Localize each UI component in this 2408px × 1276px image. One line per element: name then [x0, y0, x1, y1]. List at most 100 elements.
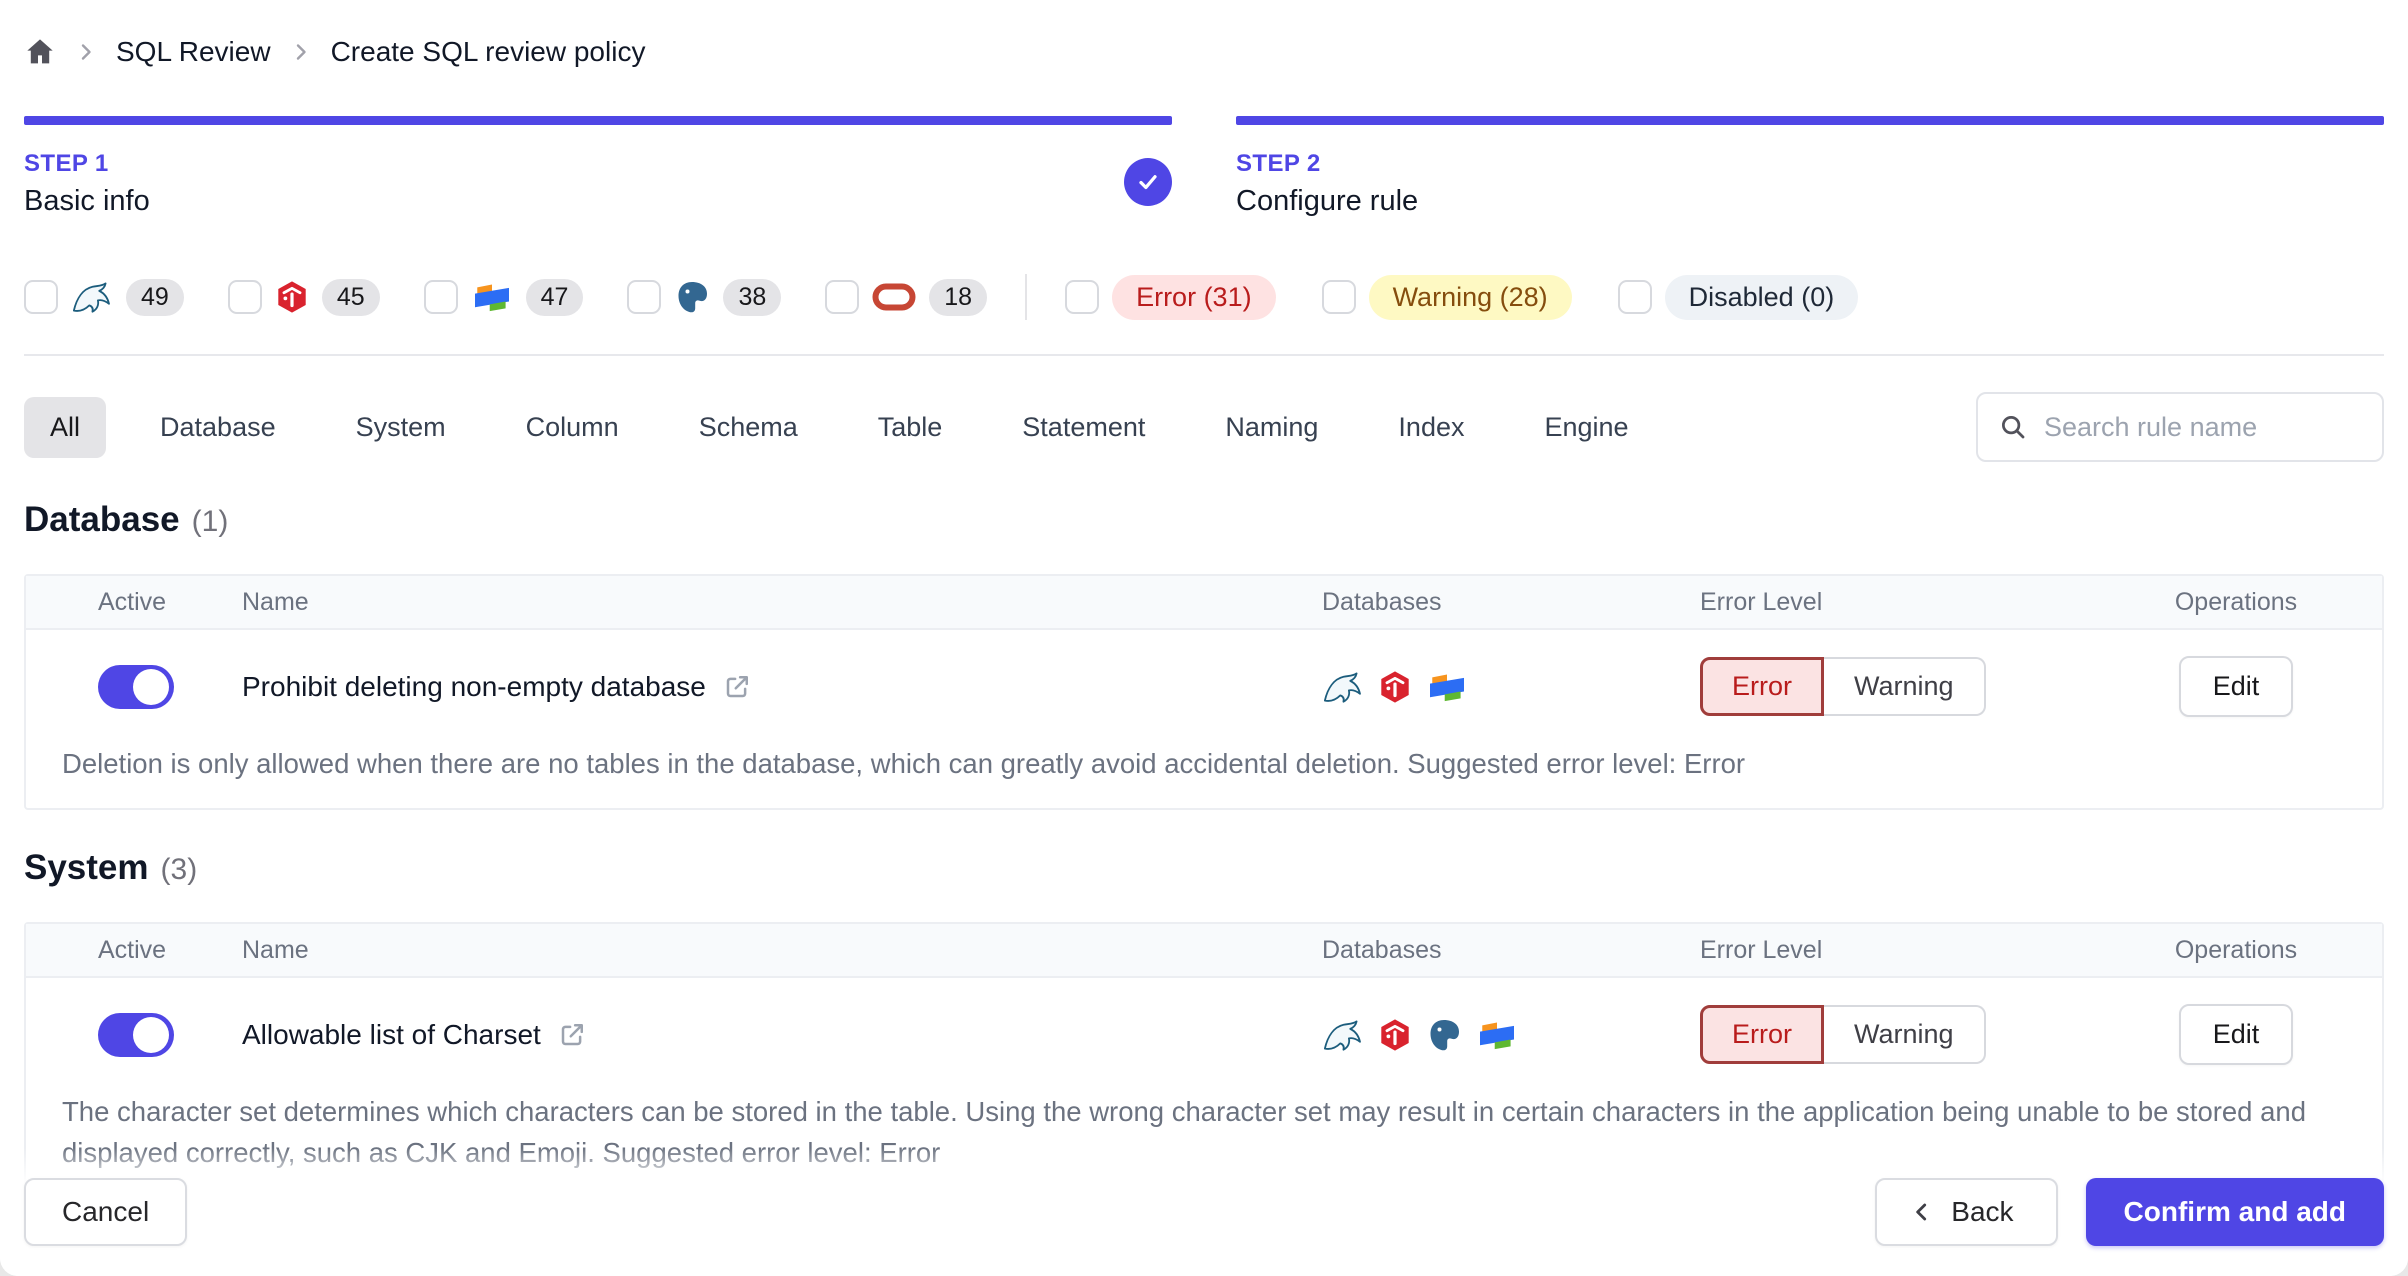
- checkbox[interactable]: [423, 280, 458, 314]
- filter-warning[interactable]: Warning (28): [1321, 274, 1572, 320]
- active-cell: [26, 1012, 242, 1057]
- warning-level-button[interactable]: Warning: [1824, 657, 1986, 716]
- step-2: STEP 2 Configure rule: [1236, 116, 2384, 218]
- step-1: STEP 1 Basic info: [24, 116, 1172, 218]
- step-2-label: STEP 2: [1236, 150, 1321, 177]
- active-cell: [26, 664, 242, 709]
- external-link-icon[interactable]: [722, 672, 752, 702]
- level-filters: Error (31) Warning (28) Disabled (0): [1065, 274, 1859, 320]
- error-level-button[interactable]: Error: [1700, 1005, 1824, 1064]
- databases-cell: [1260, 1017, 1660, 1053]
- edit-button[interactable]: Edit: [2178, 656, 2294, 717]
- search-icon: [1998, 412, 2028, 442]
- column-header-operations: Operations: [2174, 587, 2298, 616]
- column-header-active: Active: [98, 587, 167, 616]
- back-button-label: Back: [1951, 1196, 2014, 1227]
- table-header-row: Active Name Databases Error Level Operations: [26, 924, 2382, 978]
- chevron-right-icon: [74, 40, 98, 64]
- checkbox[interactable]: [1065, 280, 1100, 314]
- error-level-group: Error Warning: [1700, 657, 1986, 716]
- back-button[interactable]: Back: [1875, 1178, 2058, 1246]
- tab-naming[interactable]: Naming: [1199, 397, 1344, 458]
- error-level-group: Error Warning: [1700, 1005, 1986, 1064]
- checkbox[interactable]: [1321, 280, 1356, 314]
- filter-mysql[interactable]: 49: [24, 278, 184, 316]
- filter-oracle[interactable]: 18: [825, 278, 988, 316]
- disabled-pill: Disabled (0): [1664, 274, 1859, 320]
- filter-postgres[interactable]: 38: [627, 278, 782, 316]
- home-icon[interactable]: [24, 36, 56, 68]
- search-box[interactable]: [1976, 392, 2384, 462]
- section-title: System: [24, 848, 149, 887]
- rule-row: Prohibit deleting non-empty database Erro…: [26, 630, 2382, 727]
- checkbox[interactable]: [825, 280, 860, 314]
- create-sql-review-policy-page: SQL Review Create SQL review policy STEP…: [0, 0, 2408, 1276]
- checkbox[interactable]: [24, 280, 58, 314]
- tidb-icon: [1378, 669, 1412, 705]
- count-badge: 47: [525, 278, 584, 316]
- column-header-name: Name: [242, 587, 309, 616]
- category-toolbar: All Database System Column Schema Table Statem…: [0, 392, 2408, 462]
- step-1-completed-badge: [1124, 158, 1172, 206]
- section-title: Database: [24, 500, 180, 539]
- warning-level-button[interactable]: Warning: [1824, 1005, 1986, 1064]
- filter-oceanbase[interactable]: 47: [423, 278, 584, 316]
- table-header-row: Active Name Databases Error Level Operations: [26, 576, 2382, 630]
- count-badge: 38: [723, 278, 782, 316]
- error-level-cell: Error Warning: [1660, 657, 2090, 716]
- search-input[interactable]: [2044, 411, 2362, 443]
- oceanbase-icon: [1426, 670, 1468, 704]
- confirm-and-add-button[interactable]: Confirm and add: [2085, 1178, 2384, 1246]
- edit-button[interactable]: Edit: [2178, 1004, 2294, 1065]
- tab-engine[interactable]: Engine: [1518, 397, 1654, 458]
- tab-table[interactable]: Table: [852, 397, 969, 458]
- column-header-databases: Databases: [1322, 587, 1442, 616]
- rule-name: Allowable list of Charset: [242, 1018, 541, 1050]
- column-header-error_level: Error Level: [1700, 935, 1823, 964]
- tab-database[interactable]: Database: [134, 397, 302, 458]
- filter-divider: [1025, 274, 1028, 320]
- tab-system[interactable]: System: [330, 397, 472, 458]
- active-toggle[interactable]: [98, 664, 174, 709]
- tab-statement[interactable]: Statement: [996, 397, 1171, 458]
- count-badge: 18: [929, 278, 988, 316]
- error-level-cell: Error Warning: [1660, 1005, 2090, 1064]
- footer-bar: Cancel Back Confirm and add: [0, 1148, 2408, 1276]
- rule-table-database: Active Name Databases Error Level Operations…: [24, 574, 2384, 810]
- tab-index[interactable]: Index: [1372, 397, 1490, 458]
- column-header-name: Name: [242, 935, 309, 964]
- breadcrumb-sql-review[interactable]: SQL Review: [116, 36, 271, 68]
- filter-error[interactable]: Error (31): [1065, 274, 1276, 320]
- rule-sections: Database (1) Active Name Databases Error Leve…: [0, 500, 2408, 1199]
- step-indicator: STEP 1 Basic info STEP 2 Configure rule: [0, 116, 2408, 218]
- databases-cell: [1260, 669, 1660, 705]
- column-header-databases: Databases: [1322, 935, 1442, 964]
- section-count: (1): [191, 505, 229, 538]
- tab-column[interactable]: Column: [500, 397, 645, 458]
- oceanbase-icon: [1476, 1018, 1518, 1052]
- active-toggle[interactable]: [98, 1012, 174, 1057]
- checkbox[interactable]: [627, 280, 662, 314]
- external-link-icon[interactable]: [557, 1020, 587, 1050]
- mysql-icon: [1322, 1018, 1364, 1052]
- count-badge: 49: [126, 278, 184, 316]
- category-tabs: All Database System Column Schema Table Statem…: [24, 396, 1655, 458]
- checkbox[interactable]: [1617, 280, 1652, 314]
- tidb-icon: [275, 279, 309, 315]
- filter-disabled[interactable]: Disabled (0): [1617, 274, 1859, 320]
- chevron-left-icon: [1909, 1199, 1935, 1225]
- rule-description: Deletion is only allowed when there are …: [62, 748, 1746, 779]
- step-2-progress-bar: [1236, 116, 2384, 125]
- checkbox[interactable]: [227, 280, 262, 314]
- cancel-button[interactable]: Cancel: [24, 1178, 188, 1246]
- error-level-button[interactable]: Error: [1700, 657, 1824, 716]
- section-heading-database: Database (1): [0, 500, 2408, 540]
- step-1-label: STEP 1: [24, 150, 109, 177]
- chevron-right-icon: [289, 40, 313, 64]
- tab-all[interactable]: All: [24, 396, 107, 458]
- postgres-icon: [1426, 1017, 1462, 1053]
- tab-schema[interactable]: Schema: [673, 397, 824, 458]
- filter-tidb[interactable]: 45: [227, 278, 380, 316]
- engine-filters: 49 45 47 38 18: [24, 278, 988, 316]
- rule-name-cell: Allowable list of Charset: [242, 1019, 1260, 1051]
